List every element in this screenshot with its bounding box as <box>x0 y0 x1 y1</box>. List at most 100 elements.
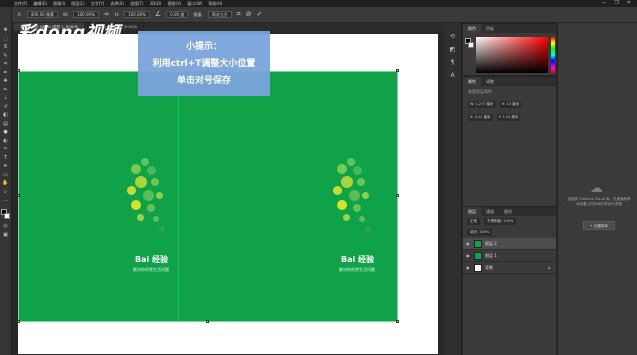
transform-handle[interactable] <box>17 69 20 72</box>
restore-button[interactable]: ❐ <box>614 0 618 7</box>
move-tool-icon[interactable]: ✥ <box>1 27 10 33</box>
pen-tool-icon[interactable]: ✑ <box>1 146 10 152</box>
fill-field[interactable]: 填充: 100% <box>467 229 493 236</box>
character-icon[interactable]: A <box>450 72 454 79</box>
screen-mode-icon[interactable]: ▣ <box>1 232 10 238</box>
properties-panel-tabs: 属性 调整 <box>463 77 556 86</box>
height-value[interactable]: H: 13 厘米 <box>499 101 522 108</box>
properties-title: 像素图层属性 <box>468 89 492 94</box>
transform-handle[interactable] <box>17 194 20 197</box>
dodge-tool-icon[interactable]: ◐ <box>1 138 10 144</box>
menu-item-edit[interactable]: 编辑(E) <box>33 0 47 7</box>
quick-mask-icon[interactable]: ◎ <box>1 223 10 229</box>
blend-mode-select[interactable]: 正常 <box>467 218 480 225</box>
menu-item-3d[interactable]: 3D(D) <box>150 0 162 7</box>
window-controls: — ❐ ✕ <box>601 0 631 7</box>
type-tool-icon[interactable]: T <box>1 155 10 161</box>
tab-properties[interactable]: 属性 <box>463 77 481 86</box>
stamp-tool-icon[interactable]: ⊥ <box>1 95 10 101</box>
interpolation-select[interactable]: 两次立方 <box>207 11 232 18</box>
quick-select-tool-icon[interactable]: ✎ <box>1 53 10 59</box>
minimize-button[interactable]: — <box>601 0 606 7</box>
layer-row-1[interactable]: ◉ 图层 1 <box>463 250 556 262</box>
x-label: X: <box>17 12 22 17</box>
tab-color[interactable]: 颜色 <box>463 24 481 33</box>
shape-tool-icon[interactable]: ▭ <box>1 172 10 178</box>
lasso-tool-icon[interactable]: ᘓ <box>1 44 10 50</box>
menu-item-layer[interactable]: 图层(L) <box>71 0 84 7</box>
h-label: H: <box>114 12 120 17</box>
layer-controls: 正常 不透明度: 100% <box>463 216 556 227</box>
color-field[interactable] <box>476 37 548 73</box>
menu-item-select[interactable]: 选择(S) <box>110 0 124 7</box>
background-swatch[interactable] <box>3 212 10 219</box>
width-field[interactable]: 100.00% <box>73 11 99 18</box>
hand-tool-icon[interactable]: ✋ <box>1 180 10 186</box>
layer-row-background[interactable]: ◉ 背景 🔒︎ <box>463 262 556 274</box>
toolbox: ✥ ⬚ ᘓ ✎ ⌗ ✒ ✚ ✏ ⊥ ↺ ◧ ▤ ● ◐ ✑ T ➤ ▭ ✋ ⌕ … <box>0 7 12 355</box>
eraser-tool-icon[interactable]: ◧ <box>1 112 10 118</box>
crop-tool-icon[interactable]: ⌗ <box>1 61 10 67</box>
interpolation-label: 插值: <box>193 11 203 17</box>
close-button[interactable]: ✕ <box>627 0 631 7</box>
lock-icon: 🔒︎ <box>547 265 550 270</box>
visibility-eye-icon[interactable]: ◉ <box>466 241 471 246</box>
tab-channels[interactable]: 通道 <box>481 207 499 216</box>
tab-adjustments[interactable]: 调整 <box>481 77 499 86</box>
check-icon[interactable]: ✓ <box>257 11 263 18</box>
menu-item-view[interactable]: 视图(V) <box>167 0 181 7</box>
transform-bounding-box[interactable] <box>18 71 398 322</box>
blur-tool-icon[interactable]: ● <box>1 129 10 135</box>
hue-slider[interactable] <box>551 37 555 73</box>
history-icon[interactable]: ⟲ <box>450 33 455 40</box>
layer-fill-row: 填充: 100% <box>463 227 556 238</box>
tab-layers[interactable]: 图层 <box>463 207 481 216</box>
zoom-tool-icon[interactable]: ⌕ <box>1 189 10 195</box>
transform-handle[interactable] <box>17 320 20 323</box>
libraries-panel: ☁ 连接到 Creative Cloud 库，在桌面和移动设备上同步和共享设计资… <box>557 23 637 355</box>
create-library-button[interactable]: + 创建新库 <box>583 221 615 230</box>
link-icon[interactable]: ∞ <box>104 11 110 18</box>
healing-tool-icon[interactable]: ✚ <box>1 78 10 84</box>
warp-icon[interactable]: ⌗ <box>237 11 241 18</box>
visibility-eye-icon[interactable]: ◉ <box>466 265 471 270</box>
brush-tool-icon[interactable]: ✏ <box>1 87 10 93</box>
menu-item-help[interactable]: 帮助(H) <box>208 0 222 7</box>
adjust-icon[interactable]: ◩ <box>450 46 456 53</box>
angle-field[interactable]: 0.00 度 <box>166 11 189 18</box>
height-field[interactable]: 100.00% <box>124 11 150 18</box>
path-select-icon[interactable]: ➤ <box>1 163 10 169</box>
history-brush-icon[interactable]: ↺ <box>1 104 10 110</box>
eyedropper-tool-icon[interactable]: ✒ <box>1 70 10 76</box>
layer-thumbnail <box>474 263 482 272</box>
tab-paths[interactable]: 路径 <box>499 207 517 216</box>
cancel-icon[interactable]: ⊘ <box>246 11 252 18</box>
menu-item-file[interactable]: 文件(F) <box>14 0 27 7</box>
gradient-tool-icon[interactable]: ▤ <box>1 121 10 127</box>
more-tools-icon[interactable]: … <box>1 197 10 203</box>
layer-name: 背景 <box>485 264 493 270</box>
menu-item-image[interactable]: 图像(I) <box>53 0 65 7</box>
x-field[interactable]: 400.00 像素 <box>26 11 58 18</box>
x-value[interactable]: X: 4.12 厘米 <box>468 114 493 121</box>
opacity-field[interactable]: 不透明度: 100% <box>484 218 517 225</box>
transform-handle[interactable] <box>206 320 209 323</box>
transform-handle[interactable] <box>396 69 399 72</box>
menu-item-type[interactable]: 文字(Y) <box>91 0 105 7</box>
width-value[interactable]: W: 1,277 厘米 <box>468 101 496 108</box>
y-value[interactable]: Y: 1.24 厘米 <box>496 114 521 121</box>
paragraph-icon[interactable]: ¶ <box>451 59 455 66</box>
visibility-eye-icon[interactable]: ◉ <box>466 253 471 258</box>
watermark-logo: 彩dong视频 <box>18 23 121 43</box>
panel-background-swatch[interactable] <box>468 42 474 48</box>
tab-swatches[interactable]: 色板 <box>481 24 499 33</box>
menu-item-filter[interactable]: 滤镜(T) <box>130 0 144 7</box>
layer-row-2[interactable]: ◉ 图层 2 <box>463 238 556 250</box>
color-swatches[interactable] <box>0 208 11 221</box>
transform-handle[interactable] <box>396 320 399 323</box>
layer-name: 图层 2 <box>485 240 497 246</box>
layers-panel: 图层 通道 路径 正常 不透明度: 100% 填充: 100% ◉ 图层 2 ◉… <box>463 206 556 355</box>
menu-item-window[interactable]: 窗口(W) <box>187 0 202 7</box>
marquee-tool-icon[interactable]: ⬚ <box>1 36 10 42</box>
transform-handle[interactable] <box>396 194 399 197</box>
